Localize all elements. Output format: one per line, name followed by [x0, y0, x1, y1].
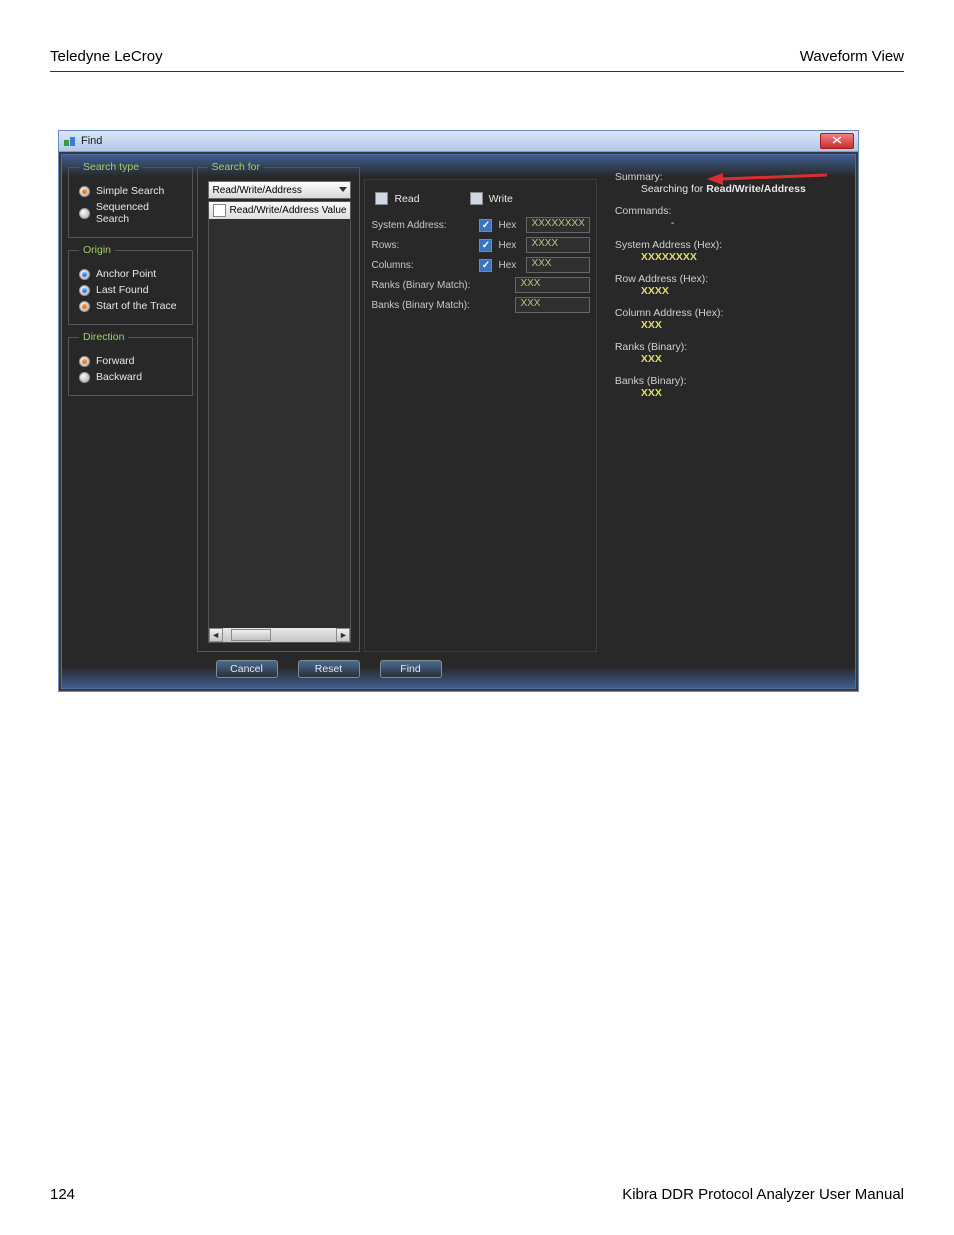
radio-icon — [79, 356, 90, 367]
search-for-legend: Search for — [208, 161, 264, 173]
columns-input[interactable]: XXX — [526, 257, 589, 273]
commands-value: - — [671, 217, 675, 229]
radio-icon — [79, 269, 90, 280]
hex-label: Hex — [498, 220, 520, 231]
summary-item-label: Banks (Binary): — [615, 375, 839, 387]
scroll-left-button[interactable]: ◄ — [209, 628, 223, 642]
rows-input[interactable]: XXXX — [526, 237, 589, 253]
radio-icon — [79, 208, 90, 219]
summary-item-label: System Address (Hex): — [615, 239, 839, 251]
summary-item-value: XXXXXXXX — [641, 251, 697, 263]
page-footer-right: Kibra DDR Protocol Analyzer User Manual — [622, 1186, 904, 1203]
search-type-legend: Search type — [79, 161, 143, 173]
radio-icon — [79, 186, 90, 197]
page-header-right: Waveform View — [800, 48, 904, 65]
radio-label: Sequenced Search — [96, 201, 184, 225]
annotation-arrow-icon — [707, 172, 827, 186]
hex-label: Hex — [498, 260, 520, 271]
close-icon — [832, 135, 842, 147]
radio-label: Simple Search — [96, 185, 164, 197]
hex-checkbox[interactable] — [479, 239, 492, 252]
field-label: Columns: — [371, 260, 473, 271]
radio-last-found[interactable]: Last Found — [79, 284, 184, 296]
radio-icon — [79, 285, 90, 296]
summary-search-prefix: Searching for — [641, 183, 706, 195]
window-icon — [63, 134, 77, 148]
checkbox-label: Read — [394, 193, 419, 205]
hex-label: Hex — [498, 240, 520, 251]
reset-button[interactable]: Reset — [298, 660, 360, 678]
field-label: Ranks (Binary Match): — [371, 280, 509, 291]
search-for-group: Search for Read/Write/Address Read/Write… — [197, 161, 361, 652]
dropdown-value: Read/Write/Address — [213, 185, 302, 196]
criteria-form: Read Write System Address: Hex XXXXXXXX … — [364, 179, 596, 652]
read-checkbox-row[interactable]: Read — [375, 192, 419, 205]
summary-item-value: XXX — [641, 353, 662, 365]
search-for-listbox[interactable]: Read/Write/Address Value ◄ ► — [208, 201, 352, 643]
close-button[interactable] — [820, 133, 854, 149]
direction-legend: Direction — [79, 331, 128, 343]
origin-group: Origin Anchor Point Last Found Start of … — [68, 244, 193, 325]
summary-item-value: XXXX — [641, 285, 669, 297]
summary-item-label: Row Address (Hex): — [615, 273, 839, 285]
window-title: Find — [81, 135, 102, 147]
page-number: 124 — [50, 1186, 75, 1203]
list-item-label: Read/Write/Address Value — [230, 205, 347, 216]
ranks-row: Ranks (Binary Match): XXX — [371, 277, 589, 293]
find-button[interactable]: Find — [380, 660, 442, 678]
cancel-button[interactable]: Cancel — [216, 660, 278, 678]
checkbox-icon[interactable] — [375, 192, 388, 205]
radio-label: Last Found — [96, 284, 149, 296]
radio-label: Backward — [96, 371, 142, 383]
page-header-left: Teledyne LeCroy — [50, 48, 163, 65]
columns-row: Columns: Hex XXX — [371, 257, 589, 273]
scroll-thumb[interactable] — [231, 629, 271, 641]
radio-start-of-trace[interactable]: Start of the Trace — [79, 300, 184, 312]
radio-forward[interactable]: Forward — [79, 355, 184, 367]
direction-group: Direction Forward Backward — [68, 331, 193, 396]
search-for-dropdown[interactable]: Read/Write/Address — [208, 181, 352, 199]
summary-item-label: Column Address (Hex): — [615, 307, 839, 319]
checkbox-icon[interactable] — [213, 204, 226, 217]
radio-icon — [79, 301, 90, 312]
radio-anchor-point[interactable]: Anchor Point — [79, 268, 184, 280]
ranks-input[interactable]: XXX — [515, 277, 589, 293]
horizontal-scrollbar[interactable]: ◄ ► — [209, 628, 351, 642]
list-item[interactable]: Read/Write/Address Value — [209, 202, 351, 219]
radio-sequenced-search[interactable]: Sequenced Search — [79, 201, 184, 225]
system-address-input[interactable]: XXXXXXXX — [526, 217, 589, 233]
search-type-group: Search type Simple Search Sequenced Sear… — [68, 161, 193, 238]
radio-label: Start of the Trace — [96, 300, 177, 312]
checkbox-label: Write — [489, 193, 513, 205]
field-label: System Address: — [371, 220, 473, 231]
radio-simple-search[interactable]: Simple Search — [79, 185, 184, 197]
radio-label: Anchor Point — [96, 268, 156, 280]
origin-legend: Origin — [79, 244, 115, 256]
rows-row: Rows: Hex XXXX — [371, 237, 589, 253]
summary-item-value: XXX — [641, 387, 662, 399]
radio-label: Forward — [96, 355, 135, 367]
banks-row: Banks (Binary Match): XXX — [371, 297, 589, 313]
summary-panel: Summary: Searching for Read/Write/Addres… — [601, 161, 849, 652]
summary-item-value: XXX — [641, 319, 662, 331]
hex-checkbox[interactable] — [479, 219, 492, 232]
radio-backward[interactable]: Backward — [79, 371, 184, 383]
checkbox-icon[interactable] — [470, 192, 483, 205]
system-address-row: System Address: Hex XXXXXXXX — [371, 217, 589, 233]
field-label: Rows: — [371, 240, 473, 251]
field-label: Banks (Binary Match): — [371, 300, 509, 311]
titlebar[interactable]: Find — [59, 131, 858, 152]
commands-label: Commands: — [615, 205, 839, 217]
hex-checkbox[interactable] — [479, 259, 492, 272]
write-checkbox-row[interactable]: Write — [470, 192, 513, 205]
summary-item-label: Ranks (Binary): — [615, 341, 839, 353]
find-dialog: Find Search type Simple Search Sequenc — [58, 130, 859, 692]
scroll-right-button[interactable]: ► — [336, 628, 350, 642]
radio-icon — [79, 372, 90, 383]
banks-input[interactable]: XXX — [515, 297, 589, 313]
